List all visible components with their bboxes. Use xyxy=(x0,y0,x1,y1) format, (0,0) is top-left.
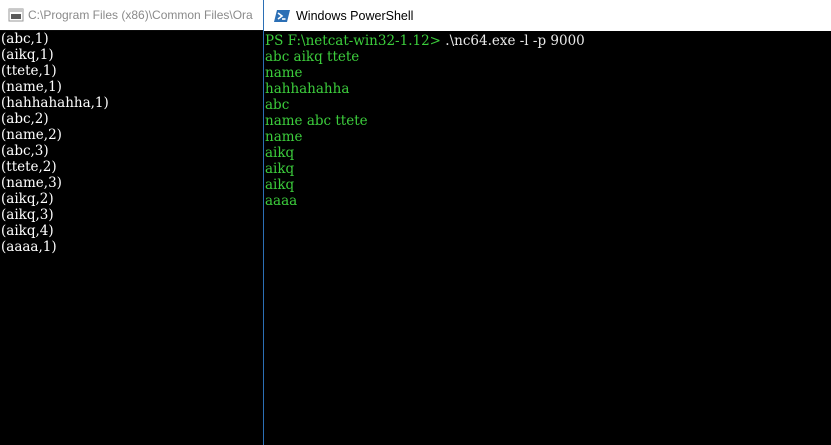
command-text: .\nc64.exe -l -p 9000 xyxy=(441,33,585,49)
console-output-line: (aikq,3) xyxy=(1,207,54,223)
powershell-output-line: aikq xyxy=(265,145,295,161)
console-output-line: (hahhahahha,1) xyxy=(1,95,109,111)
powershell-output-line: aikq xyxy=(265,177,295,193)
powershell-icon xyxy=(274,9,290,22)
powershell-console[interactable]: PS F:\netcat-win32-1.12> .\nc64.exe -l -… xyxy=(264,33,831,445)
powershell-output-line: abc xyxy=(265,97,290,113)
prompt-text: PS F:\netcat-win32-1.12> xyxy=(265,33,441,49)
powershell-titlebar[interactable]: Windows PowerShell xyxy=(264,0,831,31)
console-titlebar[interactable]: C:\Program Files (x86)\Common Files\Ora xyxy=(0,0,265,30)
powershell-output-line: abc aikq ttete xyxy=(265,49,360,65)
console-window-left[interactable]: C:\Program Files (x86)\Common Files\Ora … xyxy=(0,0,265,445)
powershell-output-line: aaaa xyxy=(265,193,298,209)
powershell-window-title: Windows PowerShell xyxy=(296,8,414,23)
console-output-line: (name,1) xyxy=(1,79,62,95)
console-output-line: (aaaa,1) xyxy=(1,239,57,255)
console-output-list: (abc,1) (aikq,1) (ttete,1) (name,1) (hahhaha… xyxy=(0,31,265,445)
powershell-window[interactable]: Windows PowerShell PS F:\netcat-win32-1.… xyxy=(263,0,831,445)
powershell-output-line: name xyxy=(265,129,303,145)
console-window-title: C:\Program Files (x86)\Common Files\Ora xyxy=(28,8,253,22)
console-output-line: (ttete,2) xyxy=(1,159,57,175)
console-output-line: (name,2) xyxy=(1,127,62,143)
console-app-icon xyxy=(8,8,24,22)
console-output-line: (abc,2) xyxy=(1,111,49,127)
powershell-output-line: name abc ttete xyxy=(265,113,368,129)
console-output-line: (aikq,4) xyxy=(1,223,54,239)
console-output-line: (aikq,2) xyxy=(1,191,54,207)
prompt-line: PS F:\netcat-win32-1.12> .\nc64.exe -l -… xyxy=(264,33,831,49)
console-output-line: (aikq,1) xyxy=(1,47,54,63)
console-output-line: (ttete,1) xyxy=(1,63,57,79)
console-output-line: (abc,1) xyxy=(1,31,49,47)
powershell-output-line: name xyxy=(265,65,303,81)
powershell-output-line: aikq xyxy=(265,161,295,177)
desktop: C:\Program Files (x86)\Common Files\Ora … xyxy=(0,0,831,445)
console-output-line: (abc,3) xyxy=(1,143,49,159)
console-output-line: (name,3) xyxy=(1,175,62,191)
powershell-output-line: hahhahahha xyxy=(265,81,350,97)
